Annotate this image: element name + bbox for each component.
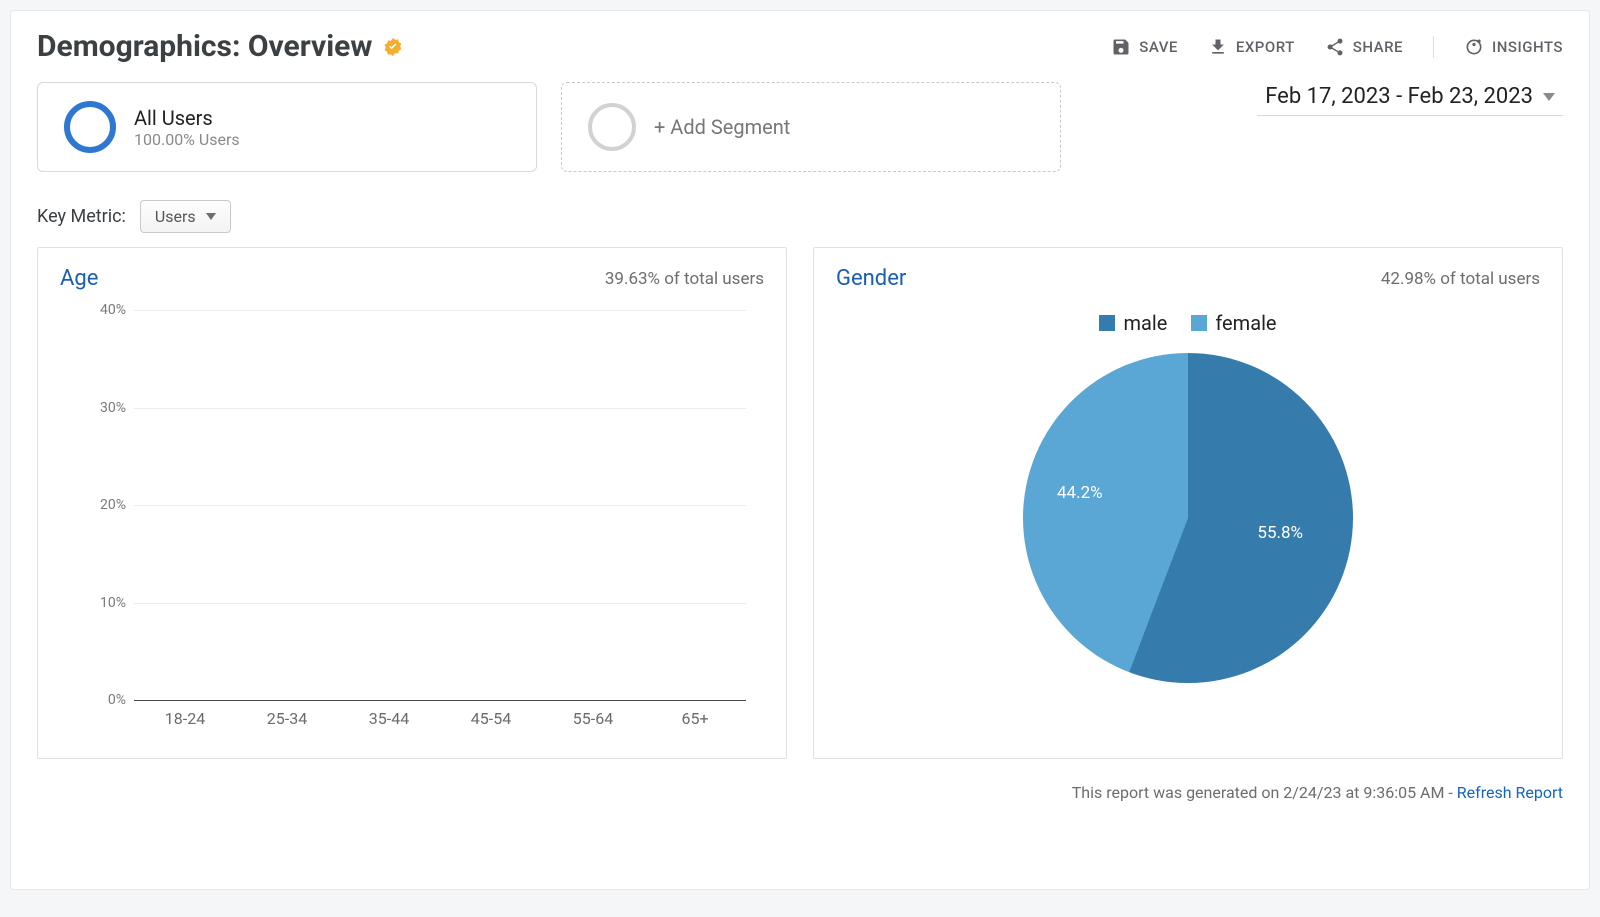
x-tick-label: 35-44 [338,709,440,728]
report-footer: This report was generated on 2/24/23 at … [11,777,1589,820]
refresh-report-link[interactable]: Refresh Report [1457,783,1563,802]
y-tick-label: 20% [76,497,126,513]
insights-icon [1464,37,1484,57]
age-bar-chart: 40%30%20%10%0% [134,311,746,701]
age-chart-baseline [134,700,746,701]
export-button[interactable]: EXPORT [1208,37,1295,57]
toolbar-divider [1433,36,1434,58]
segment-row: All Users 100.00% Users + Add Segment Fe… [11,72,1589,172]
key-metric-row: Key Metric: Users [11,172,1589,247]
legend-male-label: male [1123,311,1167,335]
gender-panel: Gender 42.98% of total users male female… [813,247,1563,759]
y-tick-label: 0% [76,692,126,708]
pie-label-male: 55.8% [1257,523,1303,543]
verified-badge-icon [382,36,404,58]
save-label: SAVE [1139,38,1178,56]
share-label: SHARE [1353,38,1403,56]
x-tick-label: 45-54 [440,709,542,728]
segment-texts: All Users 100.00% Users [134,106,240,149]
add-segment-button[interactable]: + Add Segment [561,82,1061,172]
legend-male: male [1099,311,1167,335]
save-button[interactable]: SAVE [1111,37,1178,57]
report-page: Demographics: Overview SAVE EXPORT SHARE… [10,10,1590,890]
age-panel-head: Age 39.63% of total users [60,266,764,291]
date-range-value: Feb 17, 2023 - Feb 23, 2023 [1265,84,1533,109]
insights-label: INSIGHTS [1492,38,1563,56]
gender-panel-head: Gender 42.98% of total users [836,266,1540,291]
age-panel: Age 39.63% of total users 40%30%20%10%0%… [37,247,787,759]
charts-row: Age 39.63% of total users 40%30%20%10%0%… [11,247,1589,777]
y-tick-label: 30% [76,400,126,416]
date-range-picker[interactable]: Feb 17, 2023 - Feb 23, 2023 [1257,82,1563,116]
x-tick-label: 18-24 [134,709,236,728]
legend-female: female [1191,311,1276,335]
add-segment-label: + Add Segment [654,115,790,139]
share-icon [1325,37,1345,57]
y-tick-label: 40% [76,302,126,318]
gender-pie-chart: 44.2% 55.8% [1023,353,1353,683]
top-bar: Demographics: Overview SAVE EXPORT SHARE… [11,11,1589,72]
chevron-down-icon [1543,93,1555,101]
page-title: Demographics: Overview [37,29,404,64]
footer-text: This report was generated on 2/24/23 at … [1072,783,1453,802]
segment-circle-icon [64,101,116,153]
key-metric-select[interactable]: Users [140,200,231,233]
toolbar-actions: SAVE EXPORT SHARE INSIGHTS [1111,36,1563,58]
pie-label-female: 44.2% [1057,483,1103,503]
pie-wrap: 44.2% 55.8% [836,353,1540,683]
save-icon [1111,37,1131,57]
legend-female-label: female [1215,311,1276,335]
page-title-text: Demographics: Overview [37,29,372,64]
segment-all-users[interactable]: All Users 100.00% Users [37,82,537,172]
legend-swatch-female [1191,315,1207,331]
gender-panel-sub: 42.98% of total users [1381,269,1540,289]
key-metric-label: Key Metric: [37,206,126,227]
x-tick-label: 65+ [644,709,746,728]
y-tick-label: 10% [76,595,126,611]
add-segment-circle-icon [588,103,636,151]
chevron-down-icon [206,213,216,220]
legend-swatch-male [1099,315,1115,331]
age-panel-sub: 39.63% of total users [605,269,764,289]
gender-legend: male female [836,311,1540,335]
age-x-labels: 18-2425-3435-4445-5455-6465+ [134,709,746,728]
segment-name: All Users [134,106,240,130]
segment-sub: 100.00% Users [134,130,240,149]
export-icon [1208,37,1228,57]
age-panel-title[interactable]: Age [60,266,98,291]
x-tick-label: 55-64 [542,709,644,728]
export-label: EXPORT [1236,38,1295,56]
key-metric-value: Users [155,207,196,226]
age-bars [134,311,746,701]
gender-panel-title[interactable]: Gender [836,266,906,291]
share-button[interactable]: SHARE [1325,37,1403,57]
insights-button[interactable]: INSIGHTS [1464,37,1563,57]
x-tick-label: 25-34 [236,709,338,728]
